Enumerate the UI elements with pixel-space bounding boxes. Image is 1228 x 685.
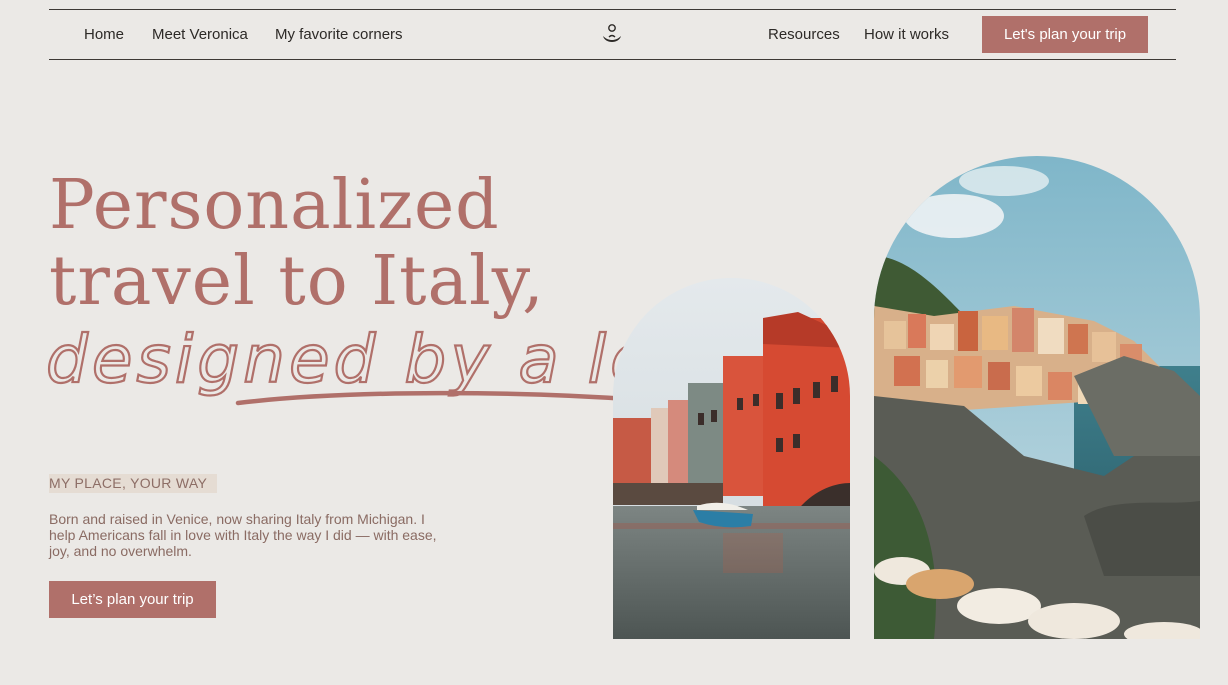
meditating-figure-logo-icon[interactable] bbox=[599, 23, 625, 49]
hero-headline-line1: Personalized bbox=[49, 166, 500, 245]
cinque-terre-cliff-village-photo bbox=[874, 156, 1200, 639]
site-header: Home Meet Veronica My favorite corners R… bbox=[49, 9, 1176, 60]
nav-link-favorite-corners[interactable]: My favorite corners bbox=[275, 26, 403, 43]
nav-link-meet-veronica[interactable]: Meet Veronica bbox=[152, 26, 248, 43]
plan-trip-header-button[interactable]: Let's plan your trip bbox=[982, 16, 1148, 53]
nav-link-home[interactable]: Home bbox=[84, 26, 124, 43]
plan-trip-hero-button[interactable]: Let’s plan your trip bbox=[49, 581, 216, 618]
hero-eyebrow: MY PLACE, YOUR WAY bbox=[49, 474, 218, 493]
nav-link-resources[interactable]: Resources bbox=[768, 26, 840, 43]
hero-script-text: designed by a local bbox=[46, 321, 686, 398]
hero-intro-text: Born and raised in Venice, now sharing I… bbox=[49, 511, 437, 559]
hero-headline: Personalized travel to Italy, bbox=[49, 168, 545, 320]
venice-canal-photo bbox=[613, 278, 850, 639]
hero-script-line: designed by a local bbox=[46, 320, 686, 406]
nav-link-how-it-works[interactable]: How it works bbox=[864, 26, 949, 43]
